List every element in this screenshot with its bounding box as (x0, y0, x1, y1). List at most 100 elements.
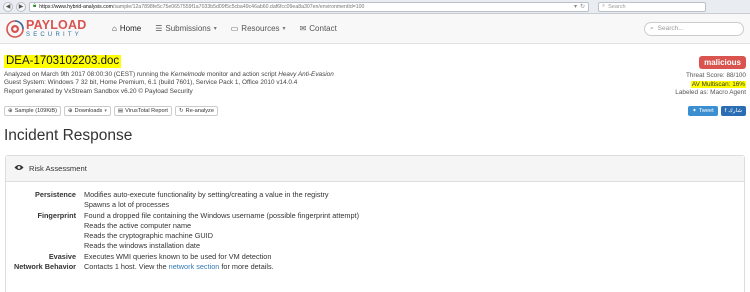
analysis-meta: Analyzed on March 9th 2017 08:00:30 (CES… (4, 71, 334, 96)
risk-row: Reads the windows installation date (6, 241, 744, 251)
share-label: شارك (728, 108, 742, 114)
analyzed-line: Analyzed on March 9th 2017 08:00:30 (CES… (4, 71, 334, 79)
risk-row: Persistence Modifies auto-execute functio… (6, 190, 744, 200)
tweet-button[interactable]: ✦ Tweet (688, 106, 718, 116)
risk-row: Evasive Executes WMI queries known to be … (6, 252, 744, 262)
address-bar[interactable]: 🔒︎ https://www.hybrid-analysis.com/sampl… (29, 1, 589, 12)
site-search-input[interactable]: ⌕ Search... (644, 21, 744, 36)
nav-resources-label: Resources (241, 24, 280, 33)
risk-row: Reads the cryptographic machine GUID (6, 231, 744, 241)
risk-value: Found a dropped file containing the Wind… (84, 210, 360, 220)
section-title: Incident Response (4, 127, 133, 144)
chevron-down-icon: ▾ (282, 26, 286, 32)
nav-home-label: Home (119, 24, 142, 33)
network-section-link[interactable]: network section (169, 262, 220, 271)
risk-label: Persistence (35, 190, 76, 199)
risk-row: Reads the active computer name (6, 221, 744, 231)
browser-search-placeholder: Search (608, 3, 626, 10)
risk-row: Fingerprint Found a dropped file containi… (6, 211, 744, 221)
nav-home[interactable]: ⌂ Home (112, 24, 141, 33)
twitter-icon: ✦ (692, 108, 697, 114)
refresh-icon: ↻ (178, 108, 184, 114)
nav-submissions-label: Submissions (165, 24, 211, 33)
risk-value: Spawns a lot of processes (84, 200, 170, 210)
risk-value: Reads the active computer name (84, 220, 192, 230)
network-prefix: Contacts 1 host. View the (84, 262, 169, 272)
facebook-icon: f (724, 108, 727, 114)
back-icon[interactable]: ◀ (3, 1, 13, 12)
file-name-title: DEA-1703102203.doc (4, 55, 122, 68)
risk-row: Spawns a lot of processes (6, 200, 744, 210)
logo-icon (6, 19, 24, 38)
downloads-button-label: Downloads (74, 108, 103, 114)
risk-label: Fingerprint (37, 210, 76, 220)
chevron-down-icon: ▾ (104, 108, 107, 114)
risk-label (6, 241, 84, 251)
panel-header: Risk Assessment (6, 156, 744, 182)
logo-title: PAYLOAD (26, 17, 87, 32)
labeled-as: Labeled as: Macro Agent (675, 89, 746, 96)
risk-rows: Persistence Modifies auto-execute functio… (6, 190, 744, 272)
nav-submissions[interactable]: ☰ Submissions ▾ (155, 24, 217, 33)
site-logo[interactable]: PAYLOAD SECURITY (6, 17, 106, 39)
risk-label (6, 200, 84, 210)
reanalyze-button[interactable]: ↻ Re-analyze (174, 106, 218, 116)
list-icon: ☰ (155, 24, 163, 33)
url-host: https://www.hybrid-analysis.com (39, 3, 114, 10)
nav-resources[interactable]: ▭ Resources ▾ (231, 24, 286, 33)
report-actions: ⊕ Sample (109KiB) ⊕ Downloads ▾ ▤ VirusTotal… (4, 106, 218, 116)
browser-search-input[interactable]: ⌕ Search (598, 1, 706, 12)
folder-icon: ▭ (230, 24, 239, 33)
analyzed-mid: monitor and action script (205, 71, 279, 78)
threat-score: Threat Score: 88/100 (685, 72, 746, 79)
virustotal-button[interactable]: ▤ VirusTotal Report (113, 106, 172, 116)
reanalyze-button-label: Re-analyze (185, 108, 214, 114)
reload-icon[interactable]: ↻ (580, 3, 585, 10)
contact-icon: ✉ (299, 24, 307, 33)
tweet-label: Tweet (698, 108, 714, 114)
analyzed-prefix: Analyzed on March 9th 2017 08:00:30 (CES… (4, 71, 171, 78)
dropdown-icon[interactable]: ▾ (574, 3, 577, 10)
forward-icon[interactable]: ▶ (16, 1, 26, 12)
site-search-placeholder: Search... (657, 25, 684, 32)
browser-toolbar: ◀ ▶ 🔒︎ https://www.hybrid-analysis.com/s… (0, 0, 750, 14)
risk-label: Network Behavior (13, 262, 76, 272)
logo-subtitle: SECURITY (26, 32, 82, 39)
risk-value: Contacts 1 host. View the network sectio… (84, 262, 274, 272)
monitor-name: Kernelmode (170, 71, 206, 78)
risk-value: Executes WMI queries known to be used fo… (84, 251, 272, 261)
panel-title: Risk Assessment (29, 164, 87, 173)
home-icon: ⌂ (112, 24, 117, 33)
facebook-share-button[interactable]: f شارك (720, 106, 746, 116)
network-suffix: for more details. (219, 262, 274, 272)
risk-value: Reads the windows installation date (84, 241, 201, 251)
nav-contact[interactable]: ✉ Contact (300, 24, 337, 33)
share-buttons: ✦ Tweet f شارك (688, 106, 746, 116)
nav-contact-label: Contact (309, 24, 337, 33)
report-icon: ▤ (117, 108, 124, 114)
virustotal-button-label: VirusTotal Report (125, 108, 168, 114)
threat-summary: Threat Score: 88/100 AV Multiscan: 16% L… (675, 72, 746, 98)
generated-by: Report generated by VxStream Sandbox v6.… (4, 87, 193, 95)
search-icon: ⌕ (650, 24, 654, 32)
sample-download-button[interactable]: ⊕ Sample (109KiB) (4, 106, 61, 116)
action-script: Heavy Anti-Evasion (278, 71, 334, 78)
download-icon: ⊕ (67, 108, 73, 114)
lock-icon: 🔒︎ (33, 3, 37, 9)
risk-label (6, 221, 84, 231)
risk-value: Modifies auto-execute functionality by s… (84, 190, 329, 199)
risk-value: Reads the cryptographic machine GUID (84, 231, 213, 241)
url-path: /sample/12a7898fe5c75e0657559f1a7033b5d0… (113, 3, 365, 10)
site-navbar: PAYLOAD SECURITY ⌂ Home ☰ Submissions ▾ … (0, 14, 750, 44)
guest-system: Guest System: Windows 7 32 bit, Home Pre… (4, 79, 298, 87)
eye-icon (14, 164, 24, 173)
verdict-badge: malicious (699, 56, 746, 69)
network-behavior-row: Network Behavior Contacts 1 host. View th… (6, 262, 744, 272)
risk-assessment-panel: Risk Assessment Persistence Modifies auto… (5, 155, 745, 292)
risk-label: Evasive (48, 251, 76, 261)
search-icon: ⌕ (602, 3, 606, 9)
chevron-down-icon: ▾ (213, 26, 217, 32)
downloads-button[interactable]: ⊕ Downloads ▾ (63, 106, 111, 116)
download-icon: ⊕ (8, 108, 13, 114)
sample-button-label: Sample (109KiB) (14, 108, 57, 114)
